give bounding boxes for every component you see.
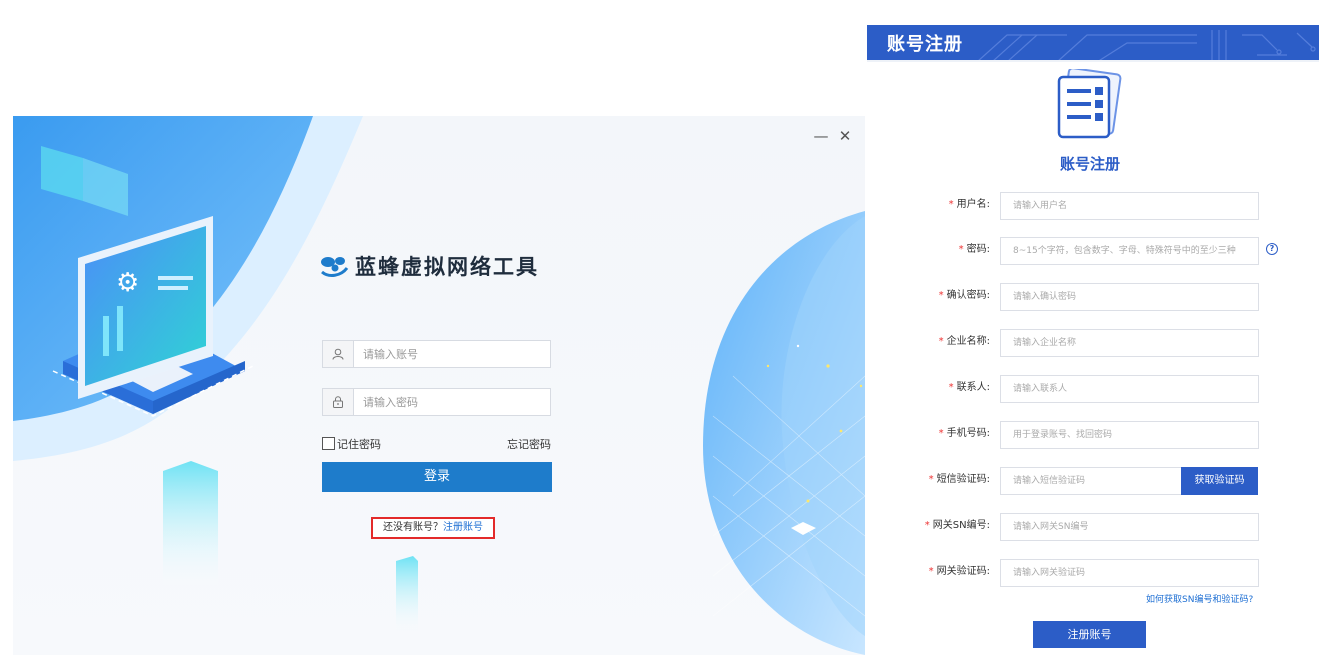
minimize-button[interactable]: — bbox=[811, 126, 831, 146]
gateway-sn-label: * 网关SN编号: bbox=[924, 520, 990, 531]
gateway-code-row: * 网关验证码: bbox=[867, 559, 1319, 587]
forgot-password-link[interactable]: 忘记密码 bbox=[507, 436, 551, 452]
remember-password-label: 记住密码 bbox=[337, 438, 381, 451]
phone-label: * 手机号码: bbox=[938, 428, 990, 439]
password-input[interactable] bbox=[354, 389, 550, 415]
username-field bbox=[322, 340, 551, 368]
header-divider bbox=[867, 60, 1319, 62]
company-row: * 企业名称: bbox=[867, 329, 1319, 357]
login-button[interactable]: 登录 bbox=[322, 462, 552, 492]
no-account-text: 还没有账号？ bbox=[383, 522, 443, 533]
company-name-input[interactable] bbox=[1000, 329, 1259, 357]
register-submit-button[interactable]: 注册账号 bbox=[1033, 621, 1146, 648]
gateway-code-label: * 网关验证码: bbox=[928, 566, 990, 577]
gateway-code-input[interactable] bbox=[1000, 559, 1259, 587]
register-title: 账号注册 bbox=[1059, 155, 1120, 173]
confirm-password-row: * 确认密码: bbox=[867, 283, 1319, 311]
login-background-illustration: ⚙ bbox=[13, 116, 865, 655]
username-input[interactable] bbox=[354, 341, 550, 367]
sms-code-row: *短信验证码: 获取验证码 bbox=[867, 467, 1319, 495]
contact-row: * 联系人: bbox=[867, 375, 1319, 403]
confirm-password-input[interactable] bbox=[1000, 283, 1259, 311]
register-panel: 账号注册 账号注册 *用户名: *密码: ? *确认密码: *企业名称: *联系… bbox=[867, 25, 1319, 655]
password-help-icon[interactable]: ? bbox=[1266, 243, 1278, 255]
username-label: * 用户名: bbox=[948, 199, 990, 210]
user-icon bbox=[323, 341, 354, 367]
get-sms-code-button[interactable]: 获取验证码 bbox=[1181, 467, 1258, 495]
reg-username-input[interactable] bbox=[1000, 192, 1259, 220]
confirm-password-label: * 确认密码: bbox=[938, 290, 990, 301]
password-field bbox=[322, 388, 551, 416]
register-prompt: 还没有账号？注册账号 bbox=[371, 517, 495, 539]
register-link[interactable]: 注册账号 bbox=[443, 522, 483, 533]
close-icon: ✕ bbox=[838, 127, 852, 145]
app-title: 蓝蜂虚拟网络工具 bbox=[355, 255, 539, 279]
phone-input[interactable] bbox=[1000, 421, 1259, 449]
register-header-title: 账号注册 bbox=[887, 34, 963, 55]
close-button[interactable]: ✕ bbox=[835, 126, 855, 146]
contact-label: * 联系人: bbox=[948, 382, 990, 393]
register-header: 账号注册 bbox=[867, 25, 1319, 62]
app-brand: 蓝蜂虚拟网络工具 bbox=[319, 249, 539, 283]
remember-row: 记住密码 忘记密码 bbox=[322, 436, 551, 452]
remember-password-checkbox[interactable] bbox=[322, 437, 335, 450]
document-checklist-icon bbox=[1057, 69, 1122, 139]
contact-input[interactable] bbox=[1000, 375, 1259, 403]
gateway-sn-input[interactable] bbox=[1000, 513, 1259, 541]
sms-code-label: * 短信验证码: bbox=[928, 474, 990, 485]
minimize-icon: — bbox=[813, 127, 829, 145]
sms-code-input[interactable] bbox=[1000, 467, 1182, 495]
svg-text:⚙: ⚙ bbox=[116, 268, 139, 298]
bee-logo-icon bbox=[321, 257, 349, 277]
login-window: ⚙ — ✕ 蓝蜂虚拟网络工具 请输入账号 记住密码 忘记密码 登录 还没有账号？… bbox=[13, 116, 865, 655]
username-row: * 用户名: bbox=[867, 192, 1319, 220]
lock-icon bbox=[323, 389, 354, 415]
reg-password-input[interactable] bbox=[1000, 237, 1259, 265]
phone-row: * 手机号码: bbox=[867, 421, 1319, 449]
password-row: * 密码: ? bbox=[867, 237, 1319, 265]
password-label: * 密码: bbox=[958, 244, 990, 255]
sn-help-link[interactable]: 如何获取SN编号和验证码? bbox=[1146, 592, 1253, 605]
gateway-sn-row: * 网关SN编号: bbox=[867, 513, 1319, 541]
company-label: * 企业名称: bbox=[938, 336, 990, 347]
